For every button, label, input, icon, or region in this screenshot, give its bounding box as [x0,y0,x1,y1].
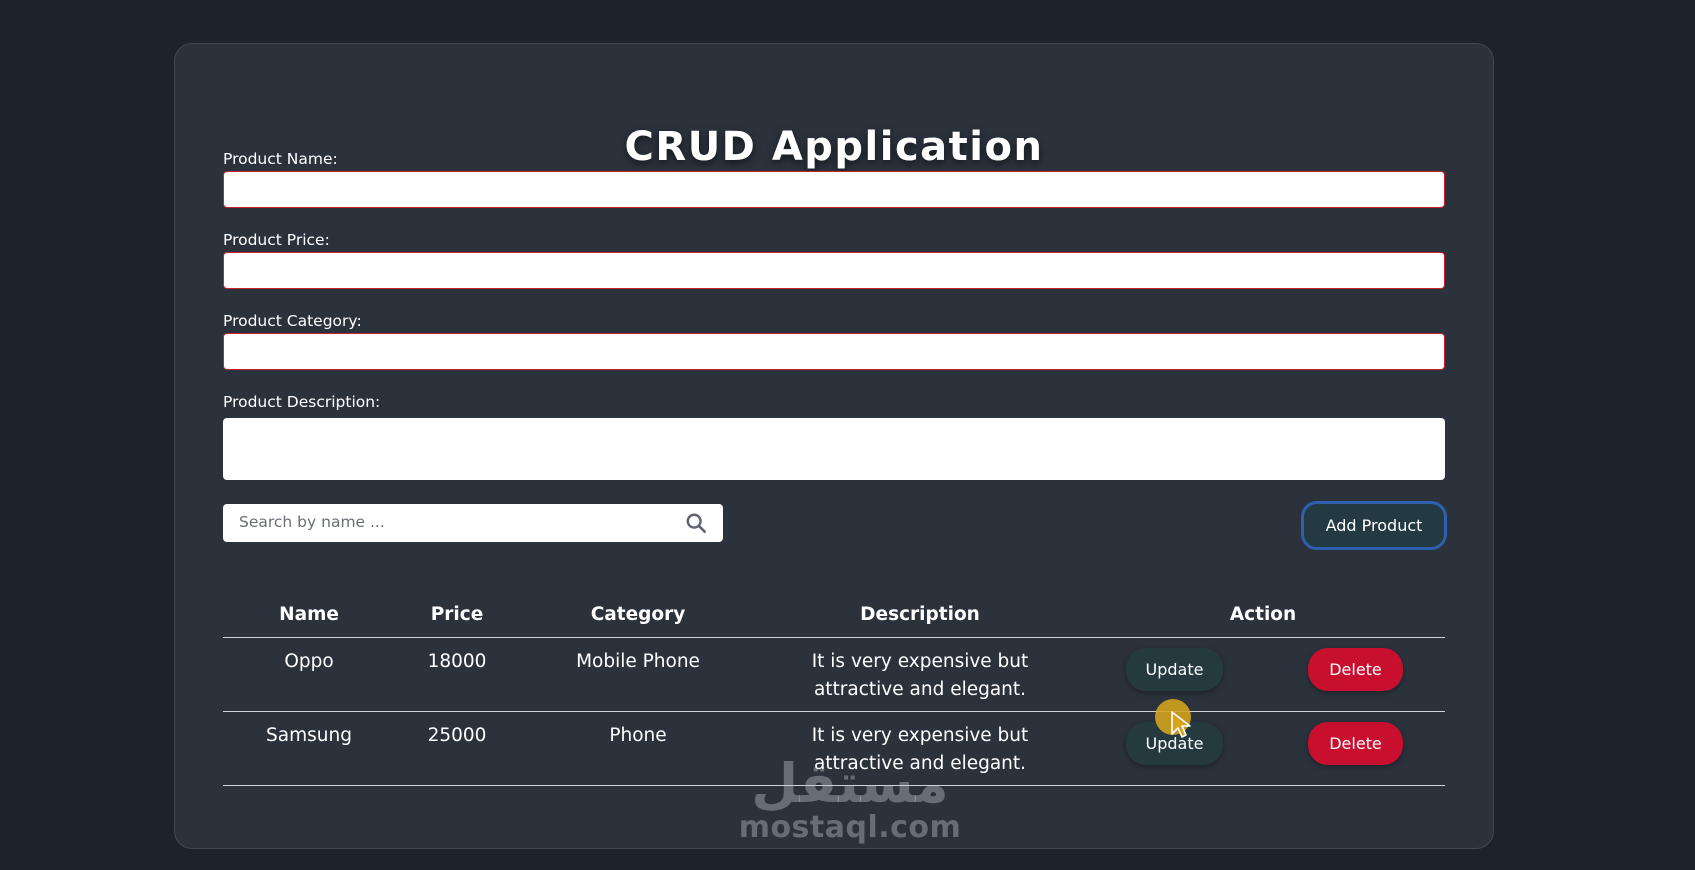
cell-price: 25000 [427,725,487,746]
add-product-button[interactable]: Add Product [1301,501,1447,550]
header-action: Action [1229,604,1297,625]
watermark-arabic: مستقل [751,752,949,815]
cell-name: Samsung [266,725,352,746]
product-category-label: Product Category: [223,312,362,330]
product-description-textarea[interactable] [223,418,1445,480]
cell-price: 18000 [427,651,487,672]
table-header: Name Price Category Description Action [223,600,1445,638]
table-row: Oppo 18000 Mobile Phone It is very expen… [223,638,1445,712]
product-description-label: Product Description: [223,393,381,411]
crud-card: CRUD Application Product Name: Product P… [174,43,1494,849]
header-description: Description [860,604,980,625]
product-category-input[interactable] [223,333,1445,370]
page-title: CRUD Application [624,124,1044,170]
watermark: مستقل mostaql.com [700,755,1000,843]
cell-category: Mobile Phone [576,651,700,672]
product-name-label: Product Name: [223,150,338,168]
cell-category: Phone [609,725,667,746]
product-name-input[interactable] [223,171,1445,208]
delete-button[interactable]: Delete [1308,722,1403,765]
header-name: Name [279,604,339,625]
update-button[interactable]: Update [1126,648,1223,691]
mouse-cursor-icon [1171,711,1191,738]
product-price-label: Product Price: [223,231,330,249]
cell-description: It is very expensive but attractive and … [811,651,1029,700]
watermark-latin: mostaql.com [738,810,962,845]
search-placeholder: Search by name ... [239,513,385,531]
product-price-input[interactable] [223,252,1445,289]
search-icon[interactable] [685,512,707,534]
cell-name: Oppo [284,651,334,672]
header-price: Price [430,604,484,625]
delete-button[interactable]: Delete [1308,648,1403,691]
header-category: Category [590,604,686,625]
search-input[interactable]: Search by name ... [223,504,723,542]
